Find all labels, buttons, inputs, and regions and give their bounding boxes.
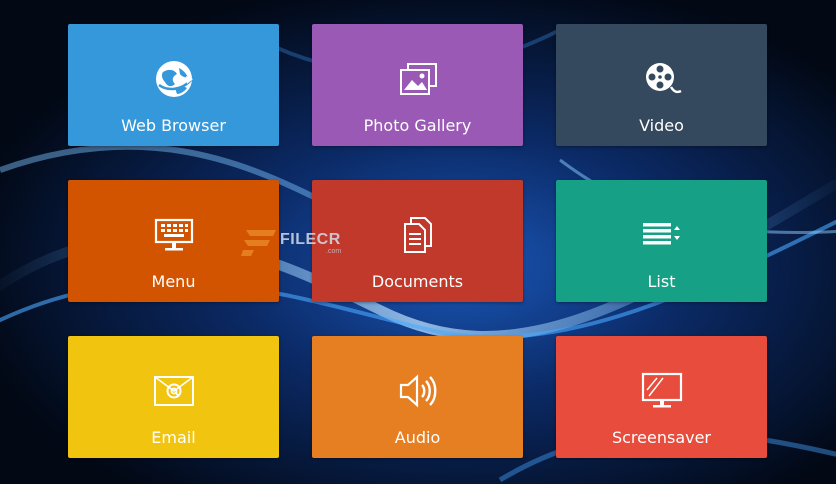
tile-screensaver[interactable]: Screensaver [556, 336, 767, 458]
film-reel-icon [641, 58, 683, 100]
tile-label: Menu [151, 272, 196, 291]
tile-label: Photo Gallery [363, 116, 472, 135]
tile-web-browser[interactable]: Web Browser [68, 24, 279, 146]
list-sort-icon [641, 214, 683, 256]
watermark-text: FILECR [280, 231, 341, 248]
tile-video[interactable]: Video [556, 24, 767, 146]
tile-label: Web Browser [121, 116, 226, 135]
keyboard-icon [153, 214, 195, 256]
tile-photo-gallery[interactable]: Photo Gallery [312, 24, 523, 146]
tile-documents[interactable]: Documents [312, 180, 523, 302]
speaker-icon [397, 370, 439, 412]
tile-audio[interactable]: Audio [312, 336, 523, 458]
photos-icon [397, 58, 439, 100]
tile-label: Screensaver [611, 428, 712, 447]
watermark-logo [241, 230, 276, 256]
tile-list[interactable]: List [556, 180, 767, 302]
watermark-subtext: .com [326, 248, 342, 255]
tile-label: Audio [394, 428, 441, 447]
monitor-icon [641, 370, 683, 412]
tile-label: List [647, 272, 676, 291]
tile-email[interactable]: Email [68, 336, 279, 458]
globe-icon [153, 58, 195, 100]
tile-label: Documents [371, 272, 464, 291]
tile-label: Video [639, 116, 684, 135]
tile-label: Email [151, 428, 196, 447]
email-icon [153, 370, 195, 412]
documents-icon [397, 214, 439, 256]
